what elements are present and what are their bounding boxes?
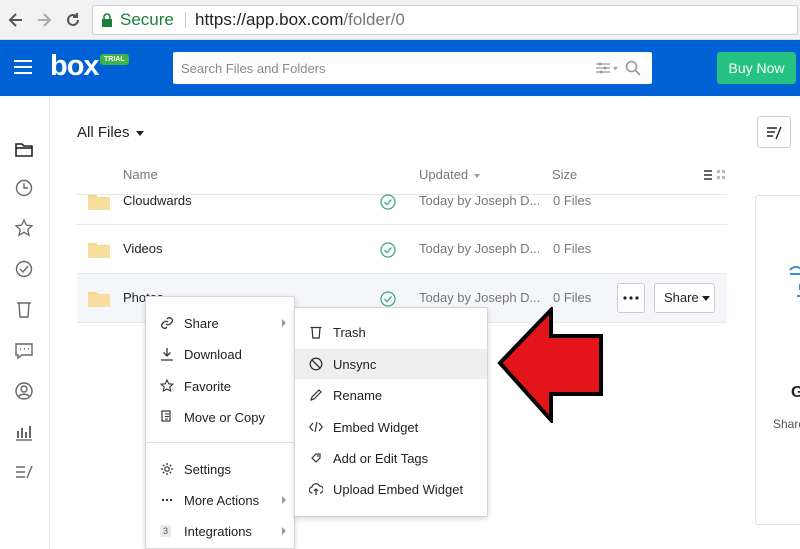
insights-bar-chart-icon[interactable] xyxy=(14,422,34,442)
pencil-icon xyxy=(310,389,322,401)
link-icon xyxy=(161,317,173,329)
menu-item-settings[interactable]: Settings xyxy=(146,454,294,484)
favorites-star-icon[interactable] xyxy=(14,218,34,238)
illustration-icon xyxy=(789,266,800,297)
notes-chat-icon[interactable] xyxy=(14,341,34,361)
menu-item-trash[interactable]: Trash xyxy=(295,317,487,347)
breadcrumb[interactable]: All Files xyxy=(77,124,144,141)
menu-item-download[interactable]: Download xyxy=(146,339,294,369)
menu-item-favorite[interactable]: Favorite xyxy=(146,371,294,401)
submenu-chevron-icon xyxy=(282,319,286,327)
menu-item-add-or-edit-tags[interactable]: Add or Edit Tags xyxy=(295,443,487,473)
menu-item-rename[interactable]: Rename xyxy=(295,380,487,410)
reload-icon[interactable] xyxy=(63,10,83,30)
folder-icon xyxy=(88,292,110,307)
left-nav-rail xyxy=(0,96,50,549)
copy-icon xyxy=(161,410,171,422)
size-text: 0 Files xyxy=(553,193,592,208)
unsync-icon xyxy=(309,357,323,371)
folder-icon xyxy=(88,243,110,258)
size-text: 0 Files xyxy=(553,290,592,305)
search-icon[interactable] xyxy=(625,60,641,76)
panel-text: Share xyxy=(773,417,800,431)
right-sidebar-panel: G Share xyxy=(755,195,800,525)
menu-item-embed-widget[interactable]: Embed Widget xyxy=(295,412,487,442)
box-logo[interactable]: box xyxy=(50,50,100,83)
panel-heading: G xyxy=(791,384,800,401)
trash-icon xyxy=(310,326,322,339)
menu-item-move-or-copy[interactable]: Move or Copy xyxy=(146,402,294,432)
code-icon xyxy=(309,421,323,433)
tag-icon xyxy=(311,453,321,463)
sync-check-icon xyxy=(380,194,396,210)
gear-icon xyxy=(161,463,173,475)
sync-check-icon xyxy=(380,242,396,258)
integrations-count-badge: 3 xyxy=(160,525,172,537)
updated-text: Today by Joseph D... xyxy=(419,241,541,256)
hamburger-menu-icon[interactable] xyxy=(14,60,32,74)
ellipsis-icon xyxy=(623,296,639,300)
address-separator xyxy=(185,12,186,28)
submenu-chevron-icon xyxy=(282,527,286,535)
menu-item-unsync[interactable]: Unsync xyxy=(295,349,487,379)
menu-item-integrations[interactable]: 3 Integrations xyxy=(146,516,294,546)
more-actions-submenu: Trash Unsync Rename Embed Widget Add or … xyxy=(294,307,488,517)
trial-badge: TRIAL xyxy=(100,54,129,65)
forward-arrow-icon[interactable] xyxy=(34,10,54,30)
submenu-chevron-icon xyxy=(282,496,286,504)
app-header: box TRIAL Buy Now xyxy=(0,40,800,96)
share-button[interactable]: Share xyxy=(654,283,715,313)
more-options-button[interactable] xyxy=(617,283,645,313)
menu-item-upload-embed-widget[interactable]: Upload Embed Widget xyxy=(295,474,487,504)
star-icon xyxy=(160,379,174,393)
cloud-upload-icon xyxy=(309,483,323,495)
download-icon xyxy=(161,348,173,361)
chevron-down-icon xyxy=(701,296,710,302)
synced-check-icon[interactable] xyxy=(14,259,34,279)
red-arrow-annotation xyxy=(497,307,603,423)
address-bar[interactable]: Secure https://app.box.com/folder/0 xyxy=(92,5,798,35)
table-row[interactable]: Videos Today by Joseph D... 0 Files xyxy=(77,225,727,273)
table-row[interactable]: Cloudwards Today by Joseph D... 0 Files xyxy=(77,176,727,224)
menu-item-more-actions[interactable]: More Actions xyxy=(146,485,294,515)
context-menu: Share Download Favorite Move or Copy Set… xyxy=(145,296,295,549)
url-text: https://app.box.com/folder/0 xyxy=(195,10,405,29)
activity-sidebar-button[interactable] xyxy=(757,116,791,148)
file-name[interactable]: Cloudwards xyxy=(123,193,192,208)
account-user-icon[interactable] xyxy=(14,381,34,401)
filter-sliders-icon[interactable] xyxy=(595,61,619,75)
buy-now-button[interactable]: Buy Now xyxy=(717,52,796,84)
search-box xyxy=(173,52,652,84)
size-text: 0 Files xyxy=(553,241,592,256)
file-name[interactable]: Videos xyxy=(123,241,163,256)
recents-clock-icon[interactable] xyxy=(14,178,34,198)
browser-toolbar: Secure https://app.box.com/folder/0 xyxy=(0,0,800,40)
ellipsis-icon xyxy=(161,498,173,502)
all-files-icon[interactable] xyxy=(14,139,34,159)
trash-icon[interactable] xyxy=(14,299,34,319)
menu-item-share[interactable]: Share xyxy=(146,308,294,338)
tasks-list-icon[interactable] xyxy=(14,462,34,482)
updated-text: Today by Joseph D... xyxy=(419,290,541,305)
folder-icon xyxy=(88,195,110,210)
lock-icon xyxy=(102,13,112,27)
back-arrow-icon[interactable] xyxy=(6,10,26,30)
updated-text: Today by Joseph D... xyxy=(419,193,541,208)
menu-divider xyxy=(146,442,294,443)
search-input[interactable] xyxy=(173,52,573,84)
activity-icon xyxy=(767,126,782,140)
chevron-down-icon xyxy=(135,130,144,136)
secure-label: Secure xyxy=(120,10,174,29)
sync-check-icon xyxy=(380,291,396,307)
